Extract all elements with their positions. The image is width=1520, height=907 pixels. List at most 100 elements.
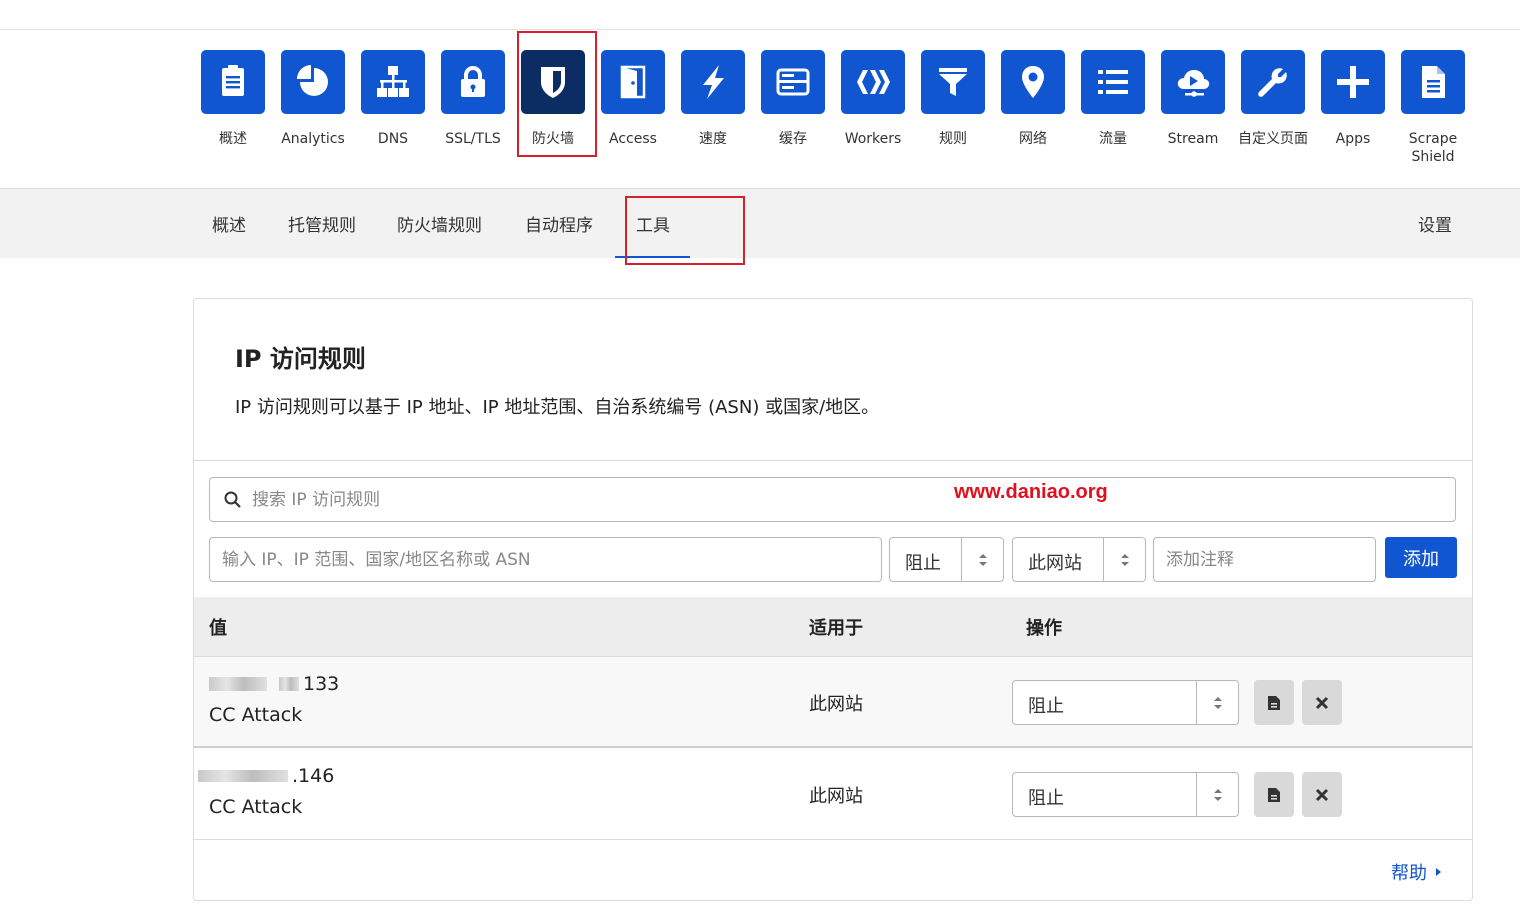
card-divider xyxy=(194,460,1472,461)
edit-note-button[interactable] xyxy=(1254,772,1294,817)
note-input-field xyxy=(1153,537,1376,582)
search-input[interactable] xyxy=(252,478,1442,521)
redacted-ip-mask xyxy=(198,770,288,782)
app-dns[interactable]: DNS xyxy=(353,50,433,148)
app-custom-pages[interactable]: 自定义页面 xyxy=(1233,50,1313,148)
tab-settings[interactable]: 设置 xyxy=(1418,211,1452,236)
select-caret-icon xyxy=(1103,538,1145,581)
firewall-highlight-box xyxy=(517,31,597,157)
app-rules[interactable]: 规则 xyxy=(913,50,993,148)
select-caret-icon xyxy=(1196,773,1238,816)
app-label: 流量 xyxy=(1099,131,1127,147)
app-stream[interactable]: Stream xyxy=(1153,50,1233,148)
app-label: 概述 xyxy=(219,131,247,147)
app-ssl-tls[interactable]: SSL/TLS xyxy=(433,50,513,148)
app-scrape-shield[interactable]: Scrape Shield xyxy=(1393,50,1473,166)
clipboard-icon xyxy=(201,50,265,114)
search-box xyxy=(209,477,1456,522)
rule-note: CC Attack xyxy=(209,796,303,818)
sub-navigation: 概述 托管规则 防火墙规则 自动程序 工具 设置 xyxy=(0,188,1520,258)
document-icon xyxy=(1268,695,1280,710)
app-label: Stream xyxy=(1167,131,1219,147)
app-label: 网络 xyxy=(1019,131,1047,147)
list-icon xyxy=(1081,50,1145,114)
app-apps[interactable]: Apps xyxy=(1313,50,1393,148)
select-caret-icon xyxy=(1196,681,1238,724)
app-label: Workers xyxy=(844,131,902,147)
table-row: .146 CC Attack 此网站 阻止 xyxy=(194,749,1472,840)
card-description: IP 访问规则可以基于 IP 地址、IP 地址范围、自治系统编号 (ASN) 或… xyxy=(235,397,880,418)
network-icon xyxy=(361,50,425,114)
rule-action-select[interactable]: 阻止 xyxy=(1012,680,1239,725)
lightning-icon xyxy=(681,50,745,114)
app-label: 自定义页面 xyxy=(1238,131,1308,147)
app-label: DNS xyxy=(377,131,409,147)
column-header-value: 值 xyxy=(209,618,227,639)
add-button[interactable]: 添加 xyxy=(1385,537,1457,578)
tab-overview[interactable]: 概述 xyxy=(212,211,246,236)
rule-action-value: 阻止 xyxy=(1028,696,1064,717)
plus-icon xyxy=(1321,50,1385,114)
app-access[interactable]: Access xyxy=(593,50,673,148)
app-cache[interactable]: 缓存 xyxy=(753,50,833,148)
app-label: 规则 xyxy=(939,131,967,147)
caret-right-icon xyxy=(1436,868,1441,876)
app-workers[interactable]: Workers xyxy=(833,50,913,148)
app-overview[interactable]: 概述 xyxy=(193,50,273,148)
app-label: Apps xyxy=(1335,131,1371,147)
redacted-ip-mask xyxy=(209,677,267,691)
app-label: Analytics xyxy=(281,131,345,147)
watermark-text: www.daniao.org xyxy=(954,481,1108,503)
help-link[interactable]: 帮助 xyxy=(1391,859,1443,885)
close-icon xyxy=(1315,788,1329,801)
tools-highlight-box xyxy=(625,196,745,265)
pie-chart-icon xyxy=(281,50,345,114)
ip-suffix: .146 xyxy=(292,765,335,787)
ip-access-rules-card: IP 访问规则 IP 访问规则可以基于 IP 地址、IP 地址范围、自治系统编号… xyxy=(193,298,1473,901)
ip-input[interactable] xyxy=(210,538,881,581)
lock-icon xyxy=(441,50,505,114)
action-select-value: 阻止 xyxy=(905,553,941,574)
rule-note: CC Attack xyxy=(209,704,303,726)
delete-rule-button[interactable] xyxy=(1302,680,1342,725)
rule-action-select[interactable]: 阻止 xyxy=(1012,772,1239,817)
app-label: 速度 xyxy=(699,131,727,147)
scope-select[interactable]: 此网站 xyxy=(1012,537,1146,582)
ip-value: 133 xyxy=(209,673,339,695)
search-icon xyxy=(224,491,241,508)
rule-scope: 此网站 xyxy=(809,786,863,807)
drive-icon xyxy=(761,50,825,114)
delete-rule-button[interactable] xyxy=(1302,772,1342,817)
table-row: 133 CC Attack 此网站 阻止 xyxy=(194,657,1472,748)
edit-note-button[interactable] xyxy=(1254,680,1294,725)
app-label: SSL/TLS xyxy=(445,131,501,147)
column-header-actions: 操作 xyxy=(1026,618,1062,639)
action-select[interactable]: 阻止 xyxy=(889,537,1004,582)
filter-icon xyxy=(921,50,985,114)
wrench-icon xyxy=(1241,50,1305,114)
app-network[interactable]: 网络 xyxy=(993,50,1073,148)
rule-scope: 此网站 xyxy=(809,694,863,715)
select-caret-icon xyxy=(961,538,1003,581)
help-label: 帮助 xyxy=(1391,863,1427,884)
scope-select-value: 此网站 xyxy=(1028,553,1082,574)
app-speed[interactable]: 速度 xyxy=(673,50,753,148)
document-icon xyxy=(1268,787,1280,802)
ip-value: .146 xyxy=(198,765,334,787)
app-label: Access xyxy=(609,131,657,147)
rule-action-value: 阻止 xyxy=(1028,788,1064,809)
note-input[interactable] xyxy=(1154,538,1375,581)
app-label: 缓存 xyxy=(779,131,807,147)
app-traffic[interactable]: 流量 xyxy=(1073,50,1153,148)
tab-managed-rules[interactable]: 托管规则 xyxy=(288,211,356,236)
ip-input-field xyxy=(209,537,882,582)
ip-suffix: 133 xyxy=(303,673,340,695)
close-icon xyxy=(1315,696,1329,709)
tab-bots[interactable]: 自动程序 xyxy=(525,211,593,236)
document-icon xyxy=(1401,50,1465,114)
card-title: IP 访问规则 xyxy=(235,345,366,373)
tab-firewall-rules[interactable]: 防火墙规则 xyxy=(397,211,482,236)
table-header: 值 适用于 操作 xyxy=(194,597,1472,657)
app-analytics[interactable]: Analytics xyxy=(273,50,353,148)
location-pin-icon xyxy=(1001,50,1065,114)
